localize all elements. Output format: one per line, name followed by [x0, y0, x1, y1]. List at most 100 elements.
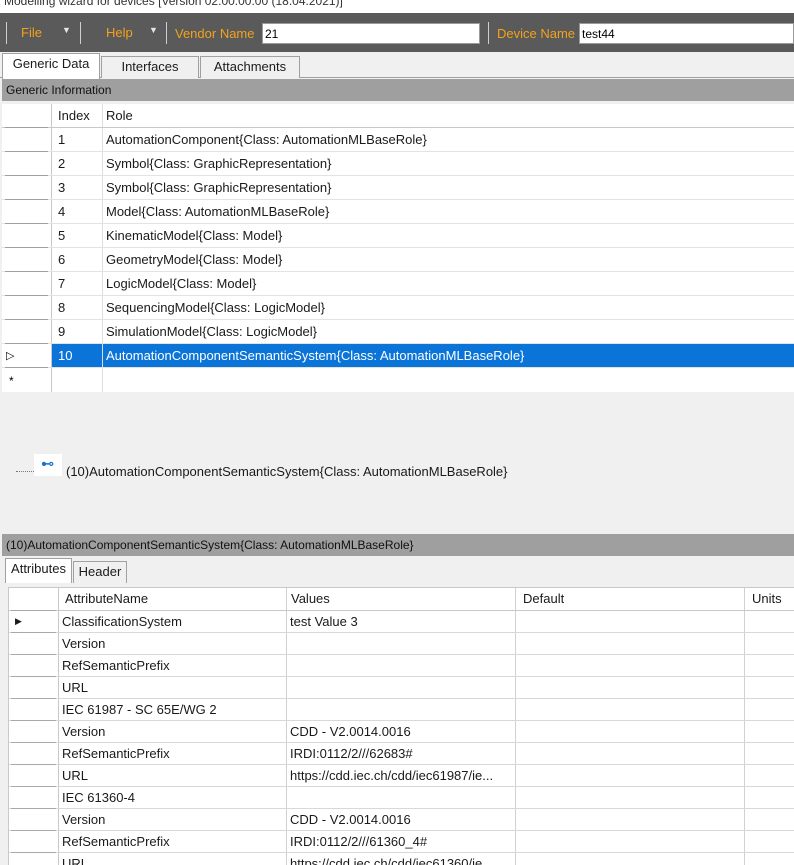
attribute-name-cell: URL — [62, 768, 89, 783]
table-row[interactable]: Version CDD - V2.0014.0016 — [9, 721, 794, 743]
window-title: Modelling wizard for devices [Version 02… — [4, 0, 343, 8]
table-row[interactable]: ▶ ClassificationSystem test Value 3 — [9, 611, 794, 633]
column-header-units[interactable]: Units — [752, 591, 782, 606]
table-row[interactable]: Version — [9, 633, 794, 655]
row-header[interactable] — [9, 743, 59, 765]
attribute-value-cell[interactable]: IRDI:0112/2///61360_4# — [290, 834, 512, 849]
table-row-selected[interactable]: ▷ 10 AutomationComponentSemanticSystem{C… — [2, 344, 794, 368]
table-row[interactable]: 5 KinematicModel{Class: Model} — [2, 224, 794, 248]
table-row[interactable]: URL — [9, 677, 794, 699]
row-header[interactable] — [2, 128, 52, 152]
attribute-value-cell[interactable]: https://cdd.iec.ch/cdd/iec61360/ie... — [290, 856, 512, 865]
table-row[interactable]: 8 SequencingModel{Class: LogicModel} — [2, 296, 794, 320]
file-menu-button[interactable]: File — [21, 25, 42, 40]
table-row[interactable]: IEC 61360-4 — [9, 787, 794, 809]
column-header-index[interactable]: Index — [58, 108, 90, 123]
row-header[interactable] — [2, 152, 52, 176]
vendor-name-input[interactable] — [262, 23, 480, 44]
row-header[interactable]: * — [2, 368, 52, 393]
row-header[interactable] — [9, 677, 59, 699]
attribute-value-cell[interactable]: CDD - V2.0014.0016 — [290, 812, 512, 827]
table-row[interactable]: RefSemanticPrefix — [9, 655, 794, 677]
column-header-role[interactable]: Role — [106, 108, 133, 123]
attributes-grid: AttributeName Values Default Units ▶ Cla… — [8, 587, 794, 865]
row-header[interactable] — [9, 787, 59, 809]
table-row[interactable]: Version CDD - V2.0014.0016 — [9, 809, 794, 831]
attribute-value-cell[interactable]: IRDI:0112/2///62683# — [290, 746, 512, 761]
attribute-name-cell: ClassificationSystem — [62, 614, 182, 629]
row-header[interactable] — [2, 248, 52, 272]
row-header[interactable] — [9, 765, 59, 787]
chevron-down-icon[interactable]: ▼ — [149, 25, 158, 35]
attribute-name-cell: URL — [62, 680, 89, 695]
row-index: 8 — [58, 300, 66, 315]
row-header[interactable] — [2, 200, 52, 224]
row-role: Symbol{Class: GraphicRepresentation} — [106, 156, 332, 171]
row-header[interactable] — [9, 853, 59, 865]
row-header[interactable] — [2, 224, 52, 248]
row-header[interactable] — [9, 831, 59, 853]
interface-node-icon[interactable]: ⊷ — [34, 454, 62, 476]
chevron-down-icon[interactable]: ▼ — [62, 25, 71, 35]
row-header[interactable] — [2, 320, 52, 344]
menu-separator — [166, 22, 167, 44]
tab-header[interactable]: Header — [73, 561, 127, 583]
column-header-values[interactable]: Values — [291, 591, 330, 606]
main-tabs: Generic Data Interfaces Attachments — [0, 52, 794, 79]
attribute-name-cell: Version — [62, 636, 106, 651]
menu-separator — [80, 22, 81, 44]
attribute-value-cell[interactable]: test Value 3 — [290, 614, 512, 629]
row-index: 9 — [58, 324, 66, 339]
tab-attachments[interactable]: Attachments — [200, 56, 300, 78]
row-header[interactable] — [2, 176, 52, 200]
new-row[interactable]: * — [2, 368, 794, 393]
row-index: 3 — [58, 180, 66, 195]
attribute-name-cell: IEC 61987 - SC 65E/WG 2 — [62, 702, 217, 717]
row-header[interactable] — [9, 809, 59, 831]
table-row[interactable]: 7 LogicModel{Class: Model} — [2, 272, 794, 296]
attribute-value-cell[interactable]: CDD - V2.0014.0016 — [290, 724, 512, 739]
attribute-name-cell: IEC 61360-4 — [62, 790, 135, 805]
table-row[interactable]: RefSemanticPrefix IRDI:0112/2///62683# — [9, 743, 794, 765]
device-name-input[interactable] — [579, 23, 794, 44]
help-menu-button[interactable]: Help — [106, 25, 133, 40]
row-index: 10 — [58, 348, 73, 363]
table-row[interactable]: URL https://cdd.iec.ch/cdd/iec61360/ie..… — [9, 853, 794, 865]
row-role: SimulationModel{Class: LogicModel} — [106, 324, 318, 339]
row-header[interactable]: ▶ — [9, 611, 59, 633]
table-row[interactable]: 2 Symbol{Class: GraphicRepresentation} — [2, 152, 794, 176]
row-header[interactable]: ▷ — [2, 344, 52, 368]
table-row[interactable]: RefSemanticPrefix IRDI:0112/2///61360_4# — [9, 831, 794, 853]
row-header[interactable] — [9, 699, 59, 721]
vendor-name-label: Vendor Name — [175, 26, 255, 41]
table-row[interactable]: IEC 61987 - SC 65E/WG 2 — [9, 699, 794, 721]
row-header[interactable] — [9, 655, 59, 677]
row-header[interactable] — [9, 721, 59, 743]
table-row[interactable]: 6 GeometryModel{Class: Model} — [2, 248, 794, 272]
table-row[interactable]: 1 AutomationComponent{Class: AutomationM… — [2, 128, 794, 152]
generic-information-grid: Index Role 1 AutomationComponent{Class: … — [2, 104, 794, 393]
table-row[interactable]: 3 Symbol{Class: GraphicRepresentation} — [2, 176, 794, 200]
table-row[interactable]: 4 Model{Class: AutomationMLBaseRole} — [2, 200, 794, 224]
row-header[interactable] — [9, 633, 59, 655]
row-role: KinematicModel{Class: Model} — [106, 228, 283, 243]
table-row[interactable]: URL https://cdd.iec.ch/cdd/iec61987/ie..… — [9, 765, 794, 787]
attribute-name-cell: RefSemanticPrefix — [62, 658, 170, 673]
tree-node-label[interactable]: (10)AutomationComponentSemanticSystem{Cl… — [66, 464, 508, 479]
attribute-value-cell[interactable]: https://cdd.iec.ch/cdd/iec61987/ie... — [290, 768, 512, 783]
row-pointer-icon: ▶ — [15, 616, 22, 626]
grid-header-row: Index Role — [2, 104, 794, 128]
column-header-attribute-name[interactable]: AttributeName — [65, 591, 148, 606]
tab-interfaces[interactable]: Interfaces — [101, 56, 199, 78]
row-index: 4 — [58, 204, 66, 219]
column-header-default[interactable]: Default — [523, 591, 564, 606]
menubar: File ▼ Help ▼ Vendor Name Device Name — [0, 13, 794, 52]
window-titlebar: Modelling wizard for devices [Version 02… — [0, 0, 794, 13]
tab-generic-data[interactable]: Generic Data — [2, 53, 100, 79]
row-role: AutomationComponentSemanticSystem{Class:… — [106, 348, 525, 363]
detail-tabs: Attributes Header — [0, 557, 794, 583]
table-row[interactable]: 9 SimulationModel{Class: LogicModel} — [2, 320, 794, 344]
row-header[interactable] — [2, 272, 52, 296]
row-header[interactable] — [2, 296, 52, 320]
tab-attributes[interactable]: Attributes — [5, 558, 72, 583]
